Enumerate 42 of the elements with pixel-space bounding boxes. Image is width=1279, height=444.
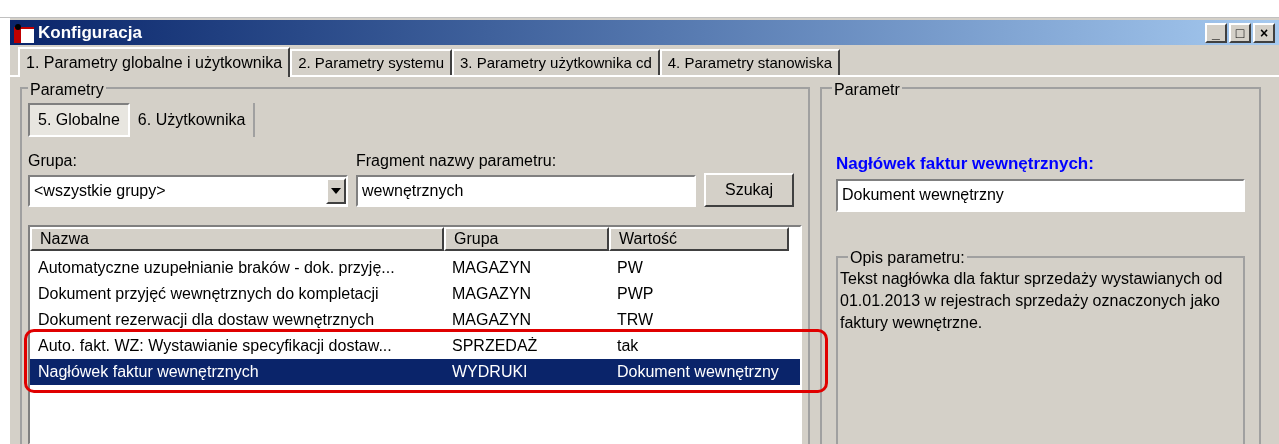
sub-tab[interactable]: 6. Użytkownika — [129, 103, 256, 137]
table-cell-text: Dokument rezerwacji dla dostaw wewnętrznych — [37, 310, 376, 330]
tab[interactable]: 3. Parametry użytkownika cd — [452, 49, 660, 75]
close-button[interactable]: × — [1253, 22, 1275, 43]
maximize-button[interactable]: □ — [1229, 22, 1251, 43]
minimize-button[interactable]: _ — [1205, 22, 1227, 43]
group-dropdown[interactable]: <wszystkie grupy> — [28, 175, 348, 207]
app-logo-icon — [14, 22, 34, 43]
value-field[interactable]: Dokument wewnętrzny — [836, 178, 1245, 212]
column-header[interactable]: Wartość — [609, 227, 789, 251]
parameter-description: Tekst nagłówka dla faktur sprzedaży wystawianych od 01.01.2013 w rejestrach sprzedaży oznaczonych jako faktury wewnętrzne. — [840, 268, 1224, 333]
table-cell-text: TRW — [616, 310, 655, 330]
table-cell-text: WYDRUKI — [451, 362, 529, 382]
search-field[interactable]: wewnętrznych — [356, 175, 696, 207]
table-cell-text: SPRZEDAŻ — [451, 336, 539, 356]
table-cell-text: Automatyczne uzupełnianie braków - dok. przyję... — [37, 258, 396, 278]
table-cell-text: PWP — [616, 284, 655, 304]
table-row[interactable]: Dokument przyjęć wewnętrznych do kompletacji MAGAZYN PWP — [30, 281, 800, 307]
table-cell-text: Nagłówek faktur wewnętrznych — [37, 362, 260, 382]
table-row[interactable]: Auto. fakt. WZ: Wystawianie specyfikacji dostaw... SPRZEDAŻ tak — [30, 333, 800, 359]
table-cell-text: MAGAZYN — [451, 258, 533, 278]
window-title: Konfiguracja — [38, 21, 142, 44]
search-button[interactable]: Szukaj — [704, 173, 794, 207]
table-row[interactable]: Nagłówek faktur wewnętrznych WYDRUKI Dokument wewnętrzny — [30, 359, 800, 385]
table-cell-text: Dokument przyjęć wewnętrznych do kompletacji — [37, 284, 380, 304]
table-cell-text: PW — [616, 258, 644, 278]
table-row[interactable]: Automatyczne uzupełnianie braków - dok. przyję... MAGAZYN PW — [30, 255, 800, 281]
table-cell-text: tak — [616, 336, 640, 356]
table-cell-text: Auto. fakt. WZ: Wystawianie specyfikacji dostaw... — [37, 336, 393, 356]
field-label: Fragment nazwy parametru: — [356, 151, 558, 171]
parameter-name: Nagłówek faktur wewnętrznych: — [836, 153, 1095, 175]
tab[interactable]: 1. Parametry globalne i użytkownika — [18, 47, 291, 77]
field-label: Grupa: — [28, 151, 78, 171]
tab[interactable]: 4. Parametry stanowiska — [659, 49, 840, 75]
table-row[interactable]: Dokument rezerwacji dla dostaw wewnętrznych MAGAZYN TRW — [30, 307, 800, 333]
table-cell-text: MAGAZYN — [451, 310, 533, 330]
column-header[interactable]: Nazwa — [30, 227, 444, 251]
column-header[interactable]: Grupa — [444, 227, 609, 251]
tab[interactable]: 2. Parametry systemu — [290, 49, 452, 75]
table-cell-text: MAGAZYN — [451, 284, 533, 304]
sub-tab[interactable]: 5. Globalne — [28, 103, 130, 137]
table-cell-text: Dokument wewnętrzny — [616, 362, 780, 382]
